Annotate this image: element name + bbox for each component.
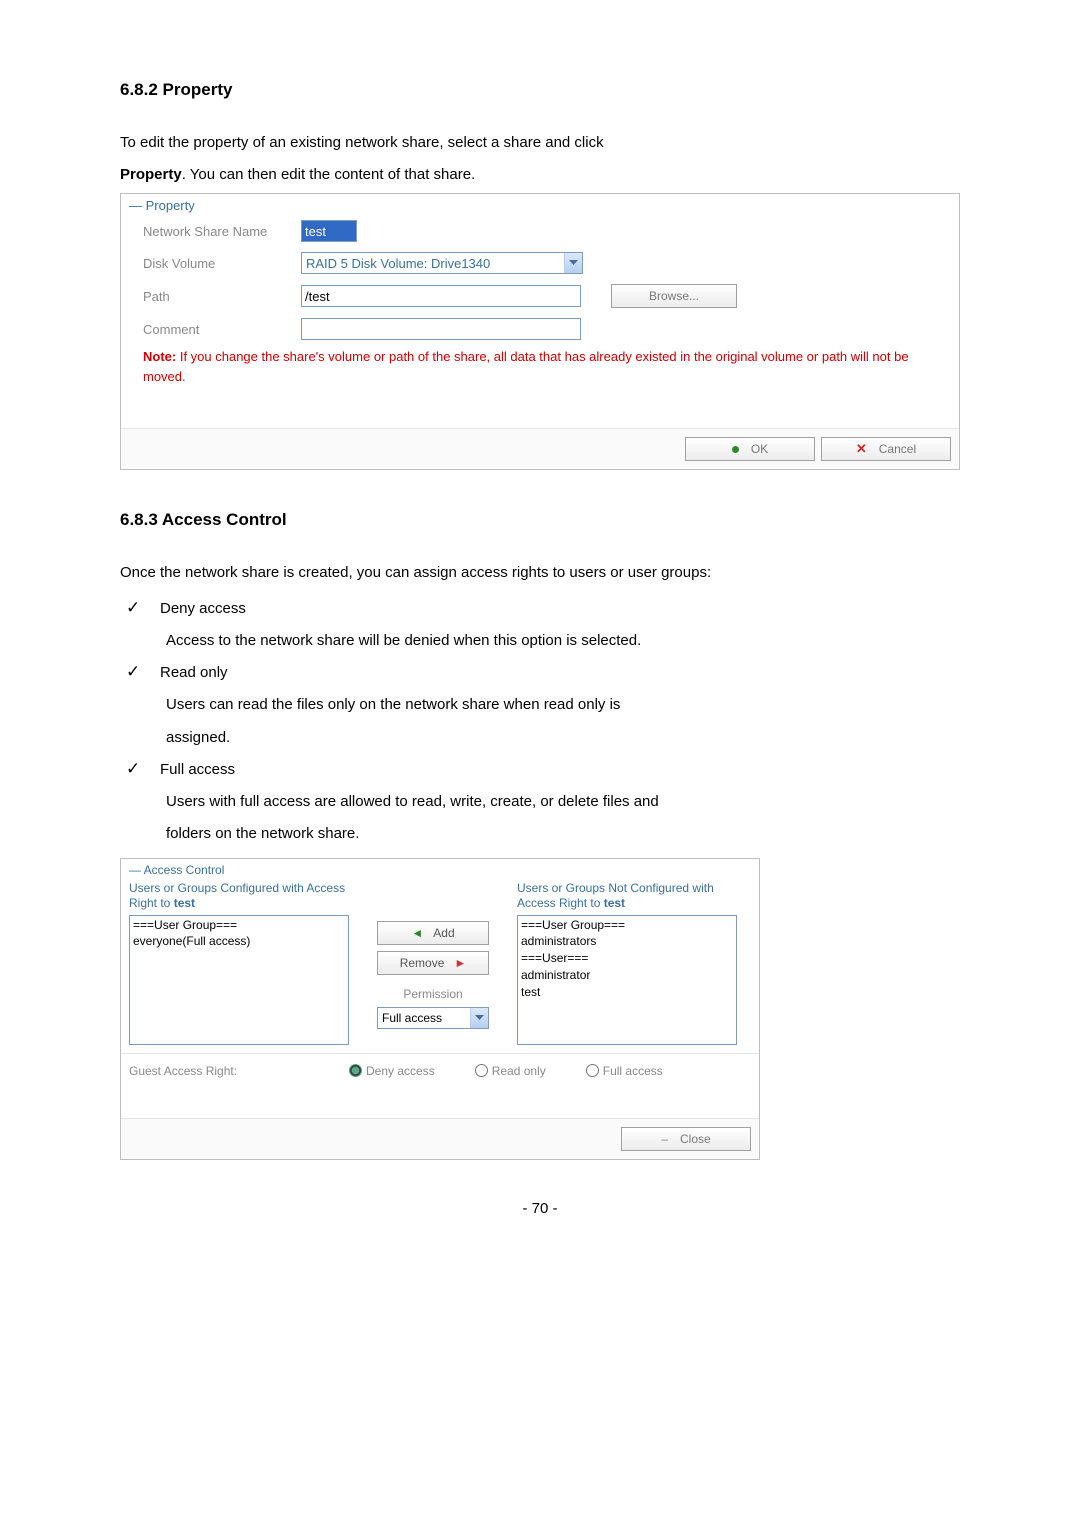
close-icon: – <box>661 1132 668 1146</box>
cancel-button[interactable]: ✕ Cancel <box>821 437 951 461</box>
browse-button-label: Browse... <box>649 289 699 303</box>
close-button-label: Close <box>680 1132 711 1146</box>
close-button[interactable]: – Close <box>621 1127 751 1151</box>
not-configured-label: Users or Groups Not Configured with Acce… <box>517 881 737 915</box>
read-only-title: Read only <box>160 660 960 686</box>
guest-access-label: Guest Access Right: <box>129 1064 309 1078</box>
check-icon: ✓ <box>126 596 160 622</box>
cancel-icon: ✕ <box>856 441 867 457</box>
disk-volume-value: RAID 5 Disk Volume: Drive1340 <box>302 256 564 271</box>
list-item[interactable]: everyone(Full access) <box>131 933 347 950</box>
radio-deny-access[interactable]: Deny access <box>349 1064 435 1078</box>
read-only-desc-1: Users can read the files only on the net… <box>126 692 960 718</box>
label-network-share-name: Network Share Name <box>143 224 301 239</box>
radio-read-input[interactable] <box>475 1064 488 1077</box>
intro-access: Once the network share is created, you c… <box>120 560 960 586</box>
check-icon: ✓ <box>126 660 160 686</box>
remove-button-label: Remove <box>400 956 445 970</box>
page-number: - 70 - <box>120 1160 960 1217</box>
check-icon: ✓ <box>126 757 160 783</box>
deny-access-title: Deny access <box>160 596 960 622</box>
access-control-panel-title: — Access Control <box>121 859 759 881</box>
chevron-down-icon[interactable] <box>564 253 582 273</box>
deny-access-desc: Access to the network share will be deni… <box>126 628 960 654</box>
radio-full-input[interactable] <box>586 1064 599 1077</box>
full-access-desc-2: folders on the network share. <box>126 821 960 847</box>
access-control-panel: — Access Control Users or Groups Configu… <box>120 858 760 1160</box>
label-comment: Comment <box>143 322 301 337</box>
list-item[interactable]: ===User=== <box>519 950 735 967</box>
list-item[interactable]: administrator <box>519 967 735 984</box>
radio-full-label: Full access <box>603 1064 663 1078</box>
ok-icon <box>732 446 739 453</box>
ok-button[interactable]: OK <box>685 437 815 461</box>
arrow-right-icon: ► <box>454 956 466 970</box>
permission-value: Full access <box>378 1011 470 1025</box>
heading-access-control: 6.8.3 Access Control <box>120 510 960 530</box>
comment-input[interactable] <box>301 318 581 340</box>
radio-deny-input[interactable] <box>349 1064 362 1077</box>
full-access-title: Full access <box>160 757 960 783</box>
add-button[interactable]: ◄ Add <box>377 921 489 945</box>
property-panel-title: — Property <box>121 194 959 215</box>
radio-read-label: Read only <box>492 1064 546 1078</box>
disk-volume-select[interactable]: RAID 5 Disk Volume: Drive1340 <box>301 252 583 274</box>
property-note-bold: Note: <box>143 349 176 364</box>
add-button-label: Add <box>433 926 454 940</box>
list-item[interactable]: ===User Group=== <box>131 917 347 934</box>
radio-read-only[interactable]: Read only <box>475 1064 546 1078</box>
full-access-desc-1: Users with full access are allowed to re… <box>126 789 960 815</box>
property-panel: — Property Network Share Name Disk Volum… <box>120 193 960 470</box>
radio-full-access[interactable]: Full access <box>586 1064 663 1078</box>
cancel-button-label: Cancel <box>879 442 916 456</box>
intro-property-line2: Property. You can then edit the content … <box>120 162 960 188</box>
read-only-desc-2: assigned. <box>126 725 960 751</box>
configured-listbox[interactable]: ===User Group=== everyone(Full access) <box>129 915 349 1045</box>
arrow-left-icon: ◄ <box>411 926 423 940</box>
network-share-name-input[interactable] <box>301 220 357 242</box>
label-disk-volume: Disk Volume <box>143 256 301 271</box>
access-rights-list: ✓ Deny access Access to the network shar… <box>126 596 960 848</box>
remove-button[interactable]: Remove ► <box>377 951 489 975</box>
heading-property: 6.8.2 Property <box>120 80 960 100</box>
ok-button-label: OK <box>751 442 768 456</box>
chevron-down-icon[interactable] <box>470 1008 488 1028</box>
label-path: Path <box>143 289 301 304</box>
intro-property-line1: To edit the property of an existing netw… <box>120 130 960 156</box>
intro-property-rest: . You can then edit the content of that … <box>182 166 476 183</box>
path-input[interactable] <box>301 285 581 307</box>
property-note: Note: If you change the share's volume o… <box>121 345 959 388</box>
radio-deny-label: Deny access <box>366 1064 435 1078</box>
configured-label: Users or Groups Configured with Access R… <box>129 881 349 915</box>
property-note-text: If you change the share's volume or path… <box>143 349 909 384</box>
permission-select[interactable]: Full access <box>377 1007 489 1029</box>
list-item[interactable]: test <box>519 984 735 1001</box>
permission-label: Permission <box>403 987 462 1001</box>
browse-button[interactable]: Browse... <box>611 284 737 308</box>
intro-property-bold: Property <box>120 166 182 183</box>
list-item[interactable]: ===User Group=== <box>519 917 735 934</box>
guest-access-row: Guest Access Right: Deny access Read onl… <box>121 1053 759 1088</box>
list-item[interactable]: administrators <box>519 933 735 950</box>
not-configured-listbox[interactable]: ===User Group=== administrators ===User=… <box>517 915 737 1045</box>
